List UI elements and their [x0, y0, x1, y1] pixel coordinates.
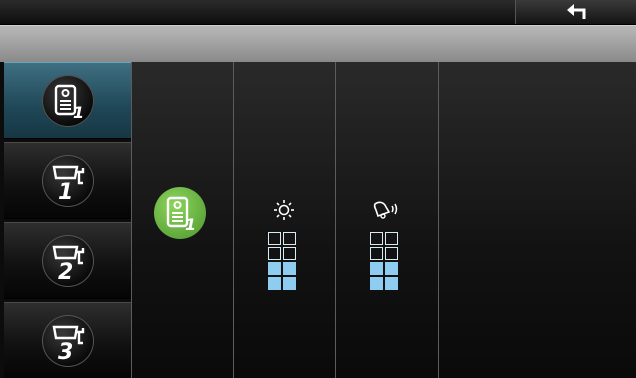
door-station-icon: 1: [41, 74, 94, 127]
sidebar: 1 1 2 3: [0, 62, 131, 378]
selected-device-column: 1: [131, 62, 233, 378]
camera-icon: 1: [41, 154, 94, 207]
volume-level-cell: [385, 232, 398, 245]
bell-sound-icon: [372, 198, 400, 222]
brightness-level-cell: [268, 277, 281, 290]
sidebar-item-camera-1[interactable]: 1: [4, 142, 131, 219]
title-bar: [0, 25, 636, 63]
selected-device-number: 1: [185, 215, 196, 233]
sidebar-item-camera-3[interactable]: 3: [4, 302, 131, 378]
top-bar: [0, 0, 636, 25]
brightness-level-row: [268, 232, 300, 245]
brightness-level-cell: [268, 247, 281, 260]
brightness-level-cell: [283, 262, 296, 275]
brightness-level-control[interactable]: [268, 232, 300, 292]
brightness-level-cell: [268, 232, 281, 245]
device-number: 1: [73, 103, 84, 121]
selected-door-station-icon: 1: [154, 187, 206, 239]
camera-icon: 3: [41, 314, 94, 367]
volume-level-row: [370, 247, 402, 260]
volume-level-cell: [385, 277, 398, 290]
volume-level-cell: [370, 262, 383, 275]
settings-panel: 1: [131, 62, 636, 378]
volume-level-cell: [385, 262, 398, 275]
volume-level-row: [370, 232, 402, 245]
screen: 1 1 2 3 1: [0, 0, 636, 378]
camera-number: 1: [58, 180, 73, 203]
sidebar-item-door-station-1[interactable]: 1: [4, 62, 131, 139]
volume-level-cell: [370, 247, 383, 260]
volume-level-cell: [385, 247, 398, 260]
brightness-level-cell: [283, 277, 296, 290]
brightness-level-row: [268, 277, 300, 290]
sun-icon: [270, 198, 298, 222]
brightness-level-cell: [283, 247, 296, 260]
sidebar-item-camera-2[interactable]: 2: [4, 222, 131, 299]
volume-level-cell: [370, 277, 383, 290]
brightness-column: [233, 62, 335, 378]
volume-level-cell: [370, 232, 383, 245]
camera-number: 3: [58, 340, 73, 363]
camera-icon: 2: [41, 234, 94, 287]
volume-level-control[interactable]: [370, 232, 402, 292]
brightness-level-row: [268, 262, 300, 275]
volume-level-row: [370, 277, 402, 290]
camera-number: 2: [58, 260, 73, 283]
back-arrow-icon: [567, 4, 586, 19]
back-button[interactable]: [515, 0, 636, 24]
volume-level-row: [370, 262, 402, 275]
brightness-level-cell: [268, 262, 281, 275]
brightness-level-cell: [283, 232, 296, 245]
volume-column: [335, 62, 438, 378]
empty-column: [438, 62, 636, 378]
brightness-level-row: [268, 247, 300, 260]
